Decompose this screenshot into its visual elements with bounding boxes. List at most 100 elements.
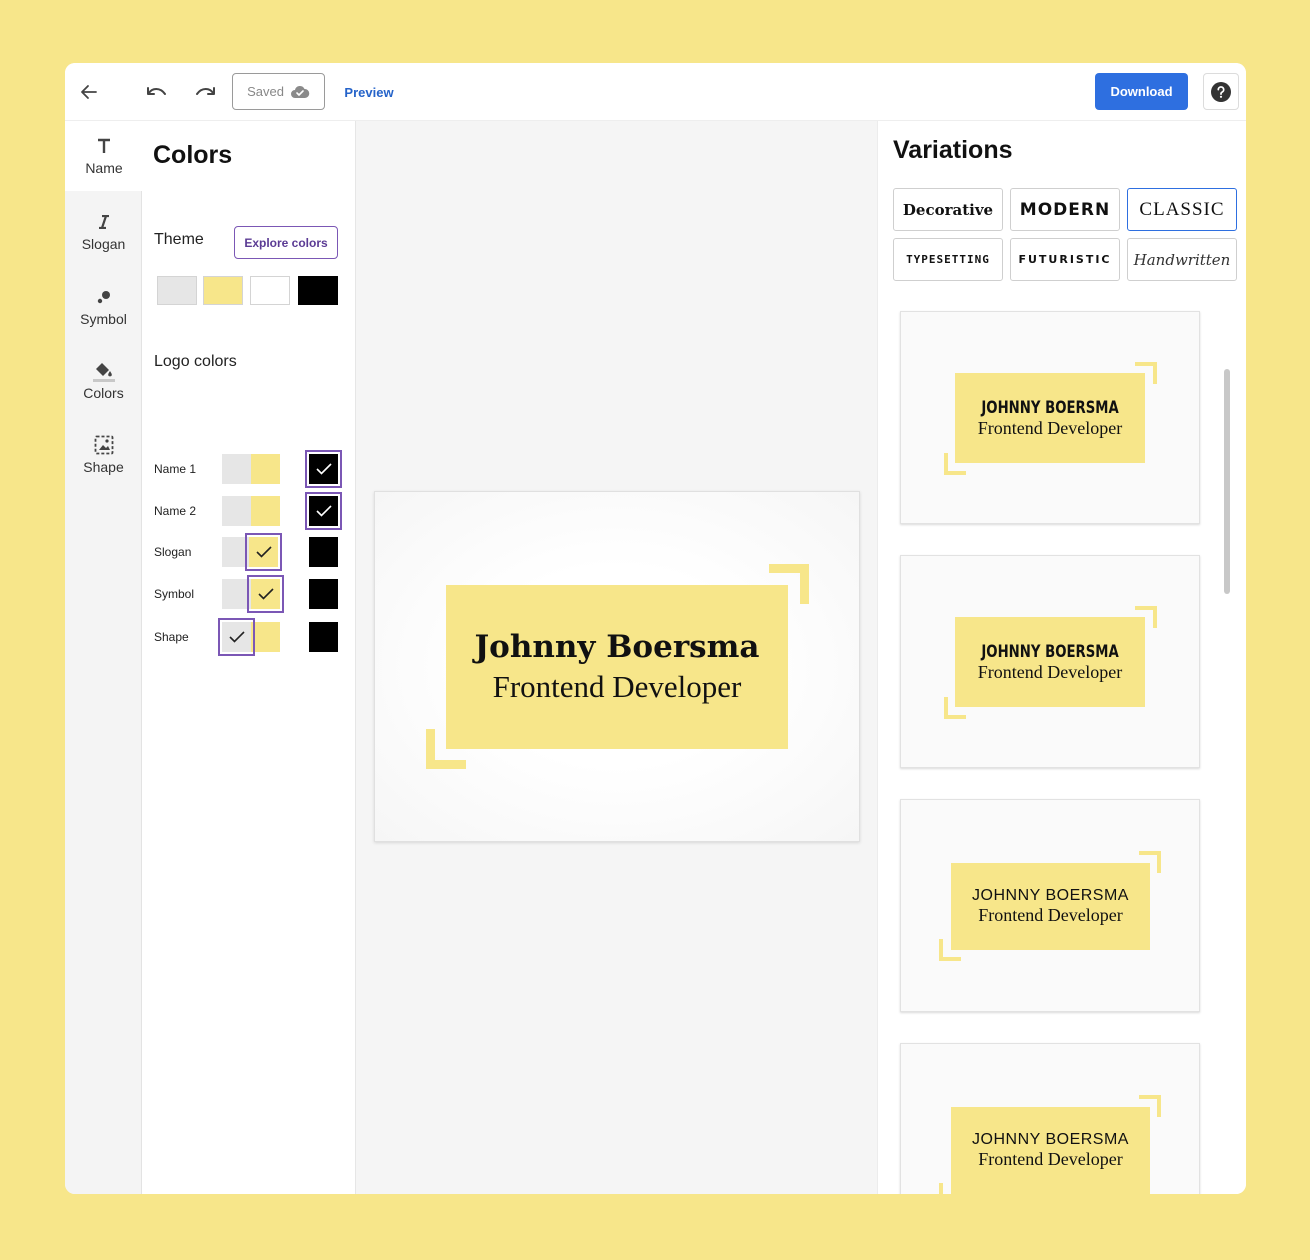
color-option-white[interactable] (280, 454, 309, 484)
color-row-slogan: Slogan (142, 533, 356, 571)
variation-card[interactable]: JOHNNY BOERSMA Frontend Developer (900, 1043, 1200, 1194)
row-label: Name 2 (154, 504, 197, 518)
help-icon (1211, 81, 1231, 102)
nav-label: Symbol (80, 311, 127, 327)
symbol-icon (96, 287, 112, 307)
color-option-black[interactable] (305, 492, 342, 530)
font-style-label: Decorative (902, 200, 994, 219)
variations-scrollbar[interactable] (1224, 369, 1230, 594)
font-style-handwritten[interactable]: Handwritten (1127, 238, 1237, 281)
theme-swatch-black[interactable] (298, 276, 338, 305)
redo-icon (196, 87, 215, 95)
variation-logo-shape: JOHNNY BOERSMA Frontend Developer (951, 1107, 1150, 1194)
logo-colors-label: Logo colors (154, 353, 237, 370)
nav-item-colors[interactable]: Colors (65, 346, 142, 416)
font-style-label: Handwritten (1133, 250, 1231, 269)
row-label: Symbol (154, 587, 195, 601)
color-option-light-gray[interactable] (222, 579, 251, 609)
logo-editor-window: Saved Preview Download Name Slogan Symbo… (65, 63, 1246, 1194)
color-row-symbol: Symbol (142, 575, 356, 613)
toolbar: Saved Preview Download (65, 63, 1246, 121)
variation-name-text: JOHNNY BOERSMA (972, 887, 1129, 904)
nav-label: Colors (83, 385, 124, 401)
color-option-yellow[interactable] (251, 496, 280, 526)
font-style-typesetting[interactable]: TYPESETTING (893, 238, 1003, 281)
shape-icon (94, 435, 114, 455)
logo-name-text: Johnny Boersma (474, 629, 760, 665)
help-button[interactable] (1203, 73, 1239, 110)
color-option-light-gray[interactable] (218, 618, 255, 656)
font-style-label: MODERN (1019, 199, 1111, 220)
font-style-decorative[interactable]: Decorative (893, 188, 1003, 231)
logo-shape: Johnny Boersma Frontend Developer (446, 585, 788, 749)
checkmark-icon (257, 588, 274, 600)
variation-logo-shape: JOHNNY BOERSMA Frontend Developer (951, 863, 1150, 950)
variation-name-text: JOHNNY BOERSMA (981, 397, 1119, 418)
redo-button[interactable] (187, 75, 223, 109)
variation-slogan-text: Frontend Developer (978, 1149, 1123, 1169)
nav-item-name[interactable]: Name (65, 121, 143, 191)
checkmark-icon (228, 631, 245, 643)
color-option-yellow[interactable] (245, 533, 282, 571)
font-style-modern[interactable]: MODERN (1010, 188, 1120, 231)
font-style-classic[interactable]: CLASSIC (1127, 188, 1237, 231)
variation-logo-shape: JOHNNY BOERSMA Frontend Developer (955, 373, 1145, 463)
preview-link[interactable]: Preview (335, 75, 403, 109)
color-row-name-1: Name 1 (142, 450, 356, 488)
text-icon (97, 136, 111, 156)
cloud-check-icon (290, 85, 310, 98)
color-option-white[interactable] (280, 579, 309, 609)
logo-preview-card[interactable]: Johnny Boersma Frontend Developer (374, 491, 860, 842)
font-style-label: TYPESETTING (906, 253, 990, 266)
color-option-yellow[interactable] (251, 622, 280, 652)
arrow-left-icon (81, 85, 97, 99)
nav-label: Name (85, 160, 123, 176)
colors-panel: Colors Theme Explore colors Logo colors … (142, 121, 356, 1194)
nav-label: Slogan (81, 236, 126, 252)
color-option-light-gray[interactable] (222, 454, 251, 484)
color-option-white[interactable] (280, 496, 309, 526)
checkmark-icon (315, 505, 332, 517)
nav-item-slogan[interactable]: Slogan (65, 197, 142, 267)
variation-slogan-text: Frontend Developer (977, 661, 1123, 682)
variation-card[interactable]: JOHNNY BOERSMA Frontend Developer (900, 799, 1200, 1012)
font-style-futuristic[interactable]: FUTURISTIC (1010, 238, 1120, 281)
variation-card[interactable]: JOHNNY BOERSMA Frontend Developer (900, 555, 1200, 768)
color-option-white[interactable] (280, 622, 309, 652)
color-option-yellow[interactable] (251, 454, 280, 484)
variation-name-text: JOHNNY BOERSMA (972, 1131, 1129, 1148)
font-style-label: CLASSIC (1139, 198, 1225, 220)
color-option-black[interactable] (305, 450, 342, 488)
color-option-white[interactable] (280, 537, 309, 567)
nav-item-shape[interactable]: Shape (65, 420, 142, 490)
theme-swatch-light-gray[interactable] (157, 276, 197, 305)
checkmark-icon (315, 463, 332, 475)
explore-colors-button[interactable]: Explore colors (234, 226, 338, 259)
italic-icon (98, 212, 110, 232)
color-option-light-gray[interactable] (222, 496, 251, 526)
color-option-black[interactable] (309, 579, 338, 609)
theme-swatch-yellow[interactable] (203, 276, 243, 305)
color-option-light-gray[interactable] (222, 537, 251, 567)
back-button[interactable] (71, 75, 107, 109)
undo-button[interactable] (139, 75, 175, 109)
variation-slogan-text: Frontend Developer (977, 417, 1123, 438)
variation-logo-shape: JOHNNY BOERSMA Frontend Developer (955, 617, 1145, 707)
variations-list: JOHNNY BOERSMA Frontend Developer JOHNNY… (892, 303, 1240, 1194)
font-style-label: FUTURISTIC (1018, 253, 1112, 266)
theme-swatch-white[interactable] (250, 276, 290, 305)
color-option-black[interactable] (309, 537, 338, 567)
variation-name-text: JOHNNY BOERSMA (981, 641, 1119, 662)
variations-panel: Variations Decorative MODERN CLASSIC TYP… (877, 121, 1246, 1194)
panel-title: Colors (153, 141, 233, 169)
saved-label: Saved (247, 84, 284, 99)
variations-title: Variations (893, 136, 1013, 164)
row-label: Slogan (154, 545, 192, 559)
nav-item-symbol[interactable]: Symbol (65, 272, 142, 342)
download-button[interactable]: Download (1095, 73, 1188, 110)
color-option-yellow[interactable] (247, 575, 284, 613)
nav-label: Shape (83, 459, 124, 475)
saved-status-button[interactable]: Saved (232, 73, 325, 110)
color-option-black[interactable] (309, 622, 338, 652)
variation-card[interactable]: JOHNNY BOERSMA Frontend Developer (900, 311, 1200, 524)
